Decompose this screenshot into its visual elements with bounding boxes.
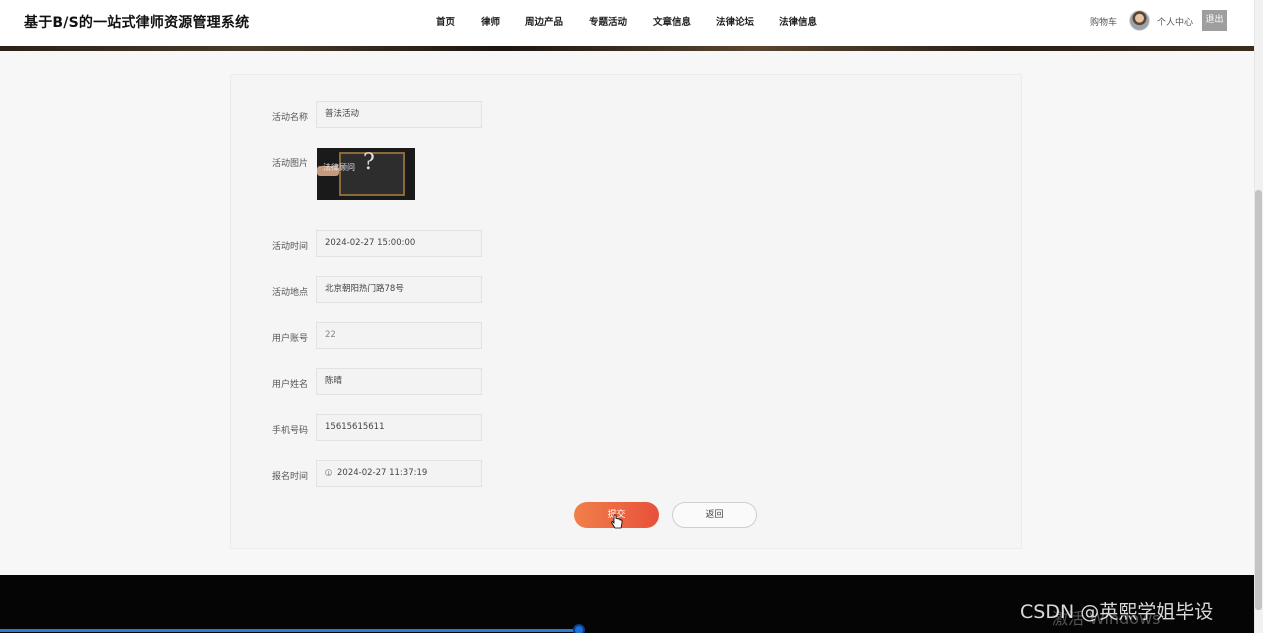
activity-image: 法律顾问 ? [317, 148, 415, 200]
avatar[interactable] [1129, 10, 1150, 31]
signup-time-label: 报名时间 [272, 472, 309, 482]
progress-bar [0, 629, 580, 632]
activity-location-field[interactable]: 北京朝阳热门路78号 [316, 276, 482, 303]
activity-name-label: 活动名称 [272, 113, 309, 123]
activity-image-text: 法律顾问 [323, 163, 355, 172]
phone-label: 手机号码 [272, 426, 309, 436]
site-title[interactable]: 基于B/S的一站式律师资源管理系统 [24, 12, 249, 32]
signup-time-value: 2024-02-27 11:37:19 [337, 468, 428, 478]
back-button[interactable]: 返回 [672, 502, 757, 528]
activity-time-label: 活动时间 [272, 242, 309, 252]
nav-item-activities[interactable]: 专题活动 [589, 14, 627, 28]
activity-name-field[interactable]: 普法活动 [316, 101, 482, 128]
nav-item-lawyers[interactable]: 律师 [481, 14, 500, 28]
user-name-label: 用户姓名 [272, 380, 309, 390]
phone-field[interactable]: 15615615611 [316, 414, 482, 441]
nav-item-articles[interactable]: 文章信息 [653, 14, 691, 28]
activity-time-field[interactable]: 2024-02-27 15:00:00 [316, 230, 482, 257]
nav-item-legal-info[interactable]: 法律信息 [779, 14, 817, 28]
profile-link[interactable]: 个人中心 [1157, 15, 1193, 28]
user-name-field[interactable]: 陈晴 [316, 368, 482, 395]
top-navbar: 基于B/S的一站式律师资源管理系统 首页 律师 周边产品 专题活动 文章信息 法… [0, 0, 1254, 46]
csdn-watermark: CSDN @英熙学姐毕设 [1020, 601, 1214, 623]
question-mark-icon: ? [363, 150, 375, 175]
logout-button[interactable]: 退出 [1202, 10, 1227, 31]
activity-location-label: 活动地点 [272, 288, 309, 298]
nav-item-home[interactable]: 首页 [436, 14, 455, 28]
clock-icon [325, 469, 332, 476]
cart-link[interactable]: 购物车 [1090, 15, 1117, 28]
user-account-label: 用户账号 [272, 334, 309, 344]
hand-cursor-icon [611, 514, 623, 529]
progress-handle[interactable] [573, 624, 585, 633]
activity-image-label: 活动图片 [272, 159, 309, 169]
nav-item-products[interactable]: 周边产品 [525, 14, 563, 28]
nav-item-forum[interactable]: 法律论坛 [716, 14, 754, 28]
scrollbar-thumb[interactable] [1255, 190, 1262, 610]
user-account-field[interactable]: 22 [316, 322, 482, 349]
signup-time-field[interactable]: 2024-02-27 11:37:19 [316, 460, 482, 487]
